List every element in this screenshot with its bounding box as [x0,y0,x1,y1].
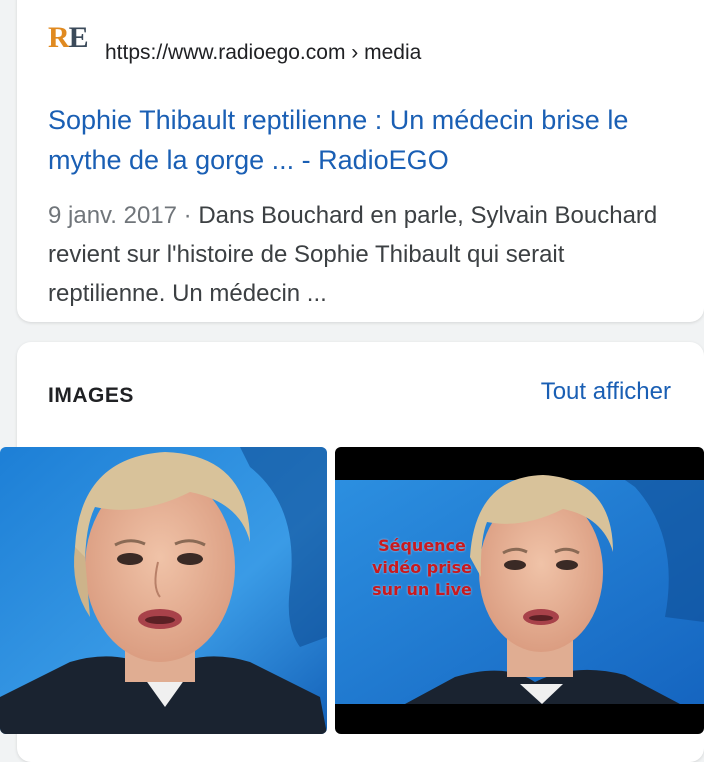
result-content: RE https://www.radioego.com › media Soph… [17,0,704,322]
result-url[interactable]: https://www.radioego.com › media [105,40,421,66]
favicon-letter-r: R [48,21,70,54]
favicon-letter-e: E [68,21,89,54]
image-thumbnail-2[interactable]: Séquence vidéo prise sur un Live [335,447,704,734]
image-thumbnail-1[interactable] [0,447,327,734]
images-heading: IMAGES [48,384,134,407]
result-title-link[interactable]: Sophie Thibault reptilienne : Un médecin… [48,100,668,180]
news-anchor-image [0,447,327,734]
result-date: 9 janv. 2017 [48,202,177,229]
see-all-images-link[interactable]: Tout afficher [541,378,671,406]
site-favicon-icon[interactable]: RE [48,21,89,54]
video-overlay-text: Séquence vidéo prise sur un Live [372,536,472,599]
result-snippet: 9 janv. 2017 · Dans Bouchard en parle, S… [48,196,688,313]
date-separator: · [177,202,199,229]
search-result-card: RE https://www.radioego.com › media Soph… [17,0,704,322]
